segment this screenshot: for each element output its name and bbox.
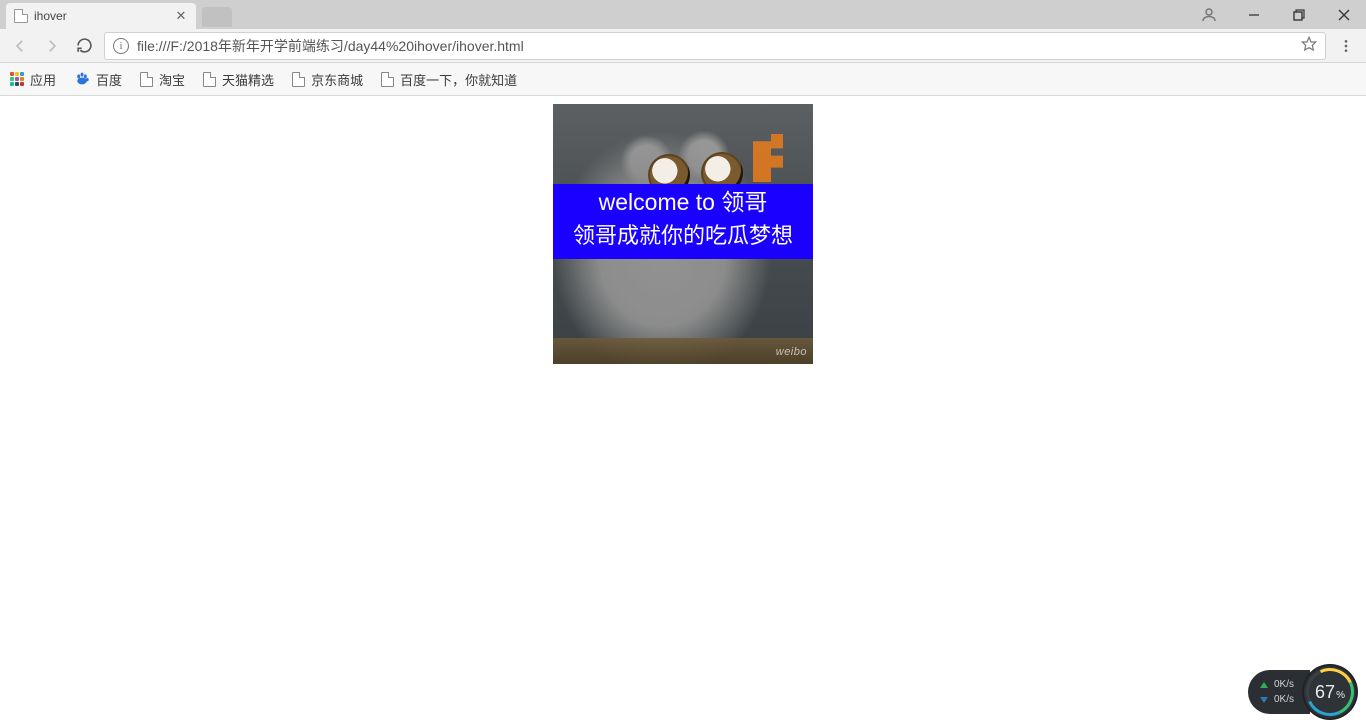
apps-shortcut[interactable]: 应用 [10,70,56,89]
watermark-text: weibo [776,346,807,358]
bookmark-label: 百度 [96,70,122,89]
card-overlay: welcome to 领哥 领哥成就你的吃瓜梦想 [553,184,813,259]
bookmark-taobao[interactable]: 淘宝 [140,70,185,89]
page-icon [292,72,305,87]
bookmark-baidu[interactable]: 百度 [74,70,122,89]
decorative-ground [553,338,813,364]
user-icon[interactable] [1186,0,1231,29]
tab-close-button[interactable]: ✕ [174,9,188,23]
download-speed: 0K/s [1274,694,1294,705]
usage-gauge[interactable]: 67 % [1304,666,1356,718]
close-window-button[interactable] [1321,0,1366,29]
bookmark-jd[interactable]: 京东商城 [292,70,363,89]
reload-button[interactable] [72,34,96,58]
bookmark-label: 百度一下，你就知道 [400,70,517,89]
bookmark-baidu-search[interactable]: 百度一下，你就知道 [381,70,517,89]
usage-percent: 67 [1315,682,1335,703]
bookmark-label: 京东商城 [311,70,363,89]
card-subline: 领哥成就你的吃瓜梦想 [555,218,811,253]
bookmark-star-icon[interactable] [1301,36,1317,55]
upload-arrow-icon [1260,682,1268,688]
baidu-paw-icon [74,71,90,87]
page-icon [140,72,153,87]
titlebar: ihover ✕ [0,0,1366,29]
bookmark-label: 淘宝 [159,70,185,89]
minimize-button[interactable] [1231,0,1276,29]
percent-sign: % [1336,690,1345,701]
bookmark-tmall[interactable]: 天猫精选 [203,70,274,89]
browser-tab[interactable]: ihover ✕ [6,3,196,29]
card-heading: welcome to 领哥 [555,186,811,218]
browser-menu-button[interactable] [1334,34,1358,58]
toolbar: i file:///F:/2018年新年开学前端练习/day44%20ihove… [0,29,1366,63]
network-speed-pill: 0K/s 0K/s [1248,670,1310,714]
ihover-card[interactable]: weibo welcome to 领哥 领哥成就你的吃瓜梦想 [553,104,813,364]
decorative-key-shape [753,134,783,182]
upload-speed: 0K/s [1274,679,1294,690]
apps-icon [10,72,24,86]
page-icon [203,72,216,87]
network-widget[interactable]: 0K/s 0K/s 67 % [1248,666,1356,718]
site-info-icon[interactable]: i [113,38,129,54]
maximize-button[interactable] [1276,0,1321,29]
tab-title: ihover [34,9,67,23]
url-text: file:///F:/2018年新年开学前端练习/day44%20ihover/… [137,36,1293,56]
back-button[interactable] [8,34,32,58]
download-arrow-icon [1260,697,1268,703]
page-viewport: weibo welcome to 领哥 领哥成就你的吃瓜梦想 0K/s 0K/s… [0,96,1366,728]
new-tab-button[interactable] [202,7,232,27]
bookmarks-bar: 应用 百度 淘宝 天猫精选 京东商城 百度一下，你就知道 [0,63,1366,96]
page-icon [381,72,394,87]
window-controls [1186,0,1366,29]
page-icon [14,9,28,23]
address-bar[interactable]: i file:///F:/2018年新年开学前端练习/day44%20ihove… [104,32,1326,60]
bookmark-label: 天猫精选 [222,70,274,89]
forward-button[interactable] [40,34,64,58]
apps-label: 应用 [30,70,56,89]
